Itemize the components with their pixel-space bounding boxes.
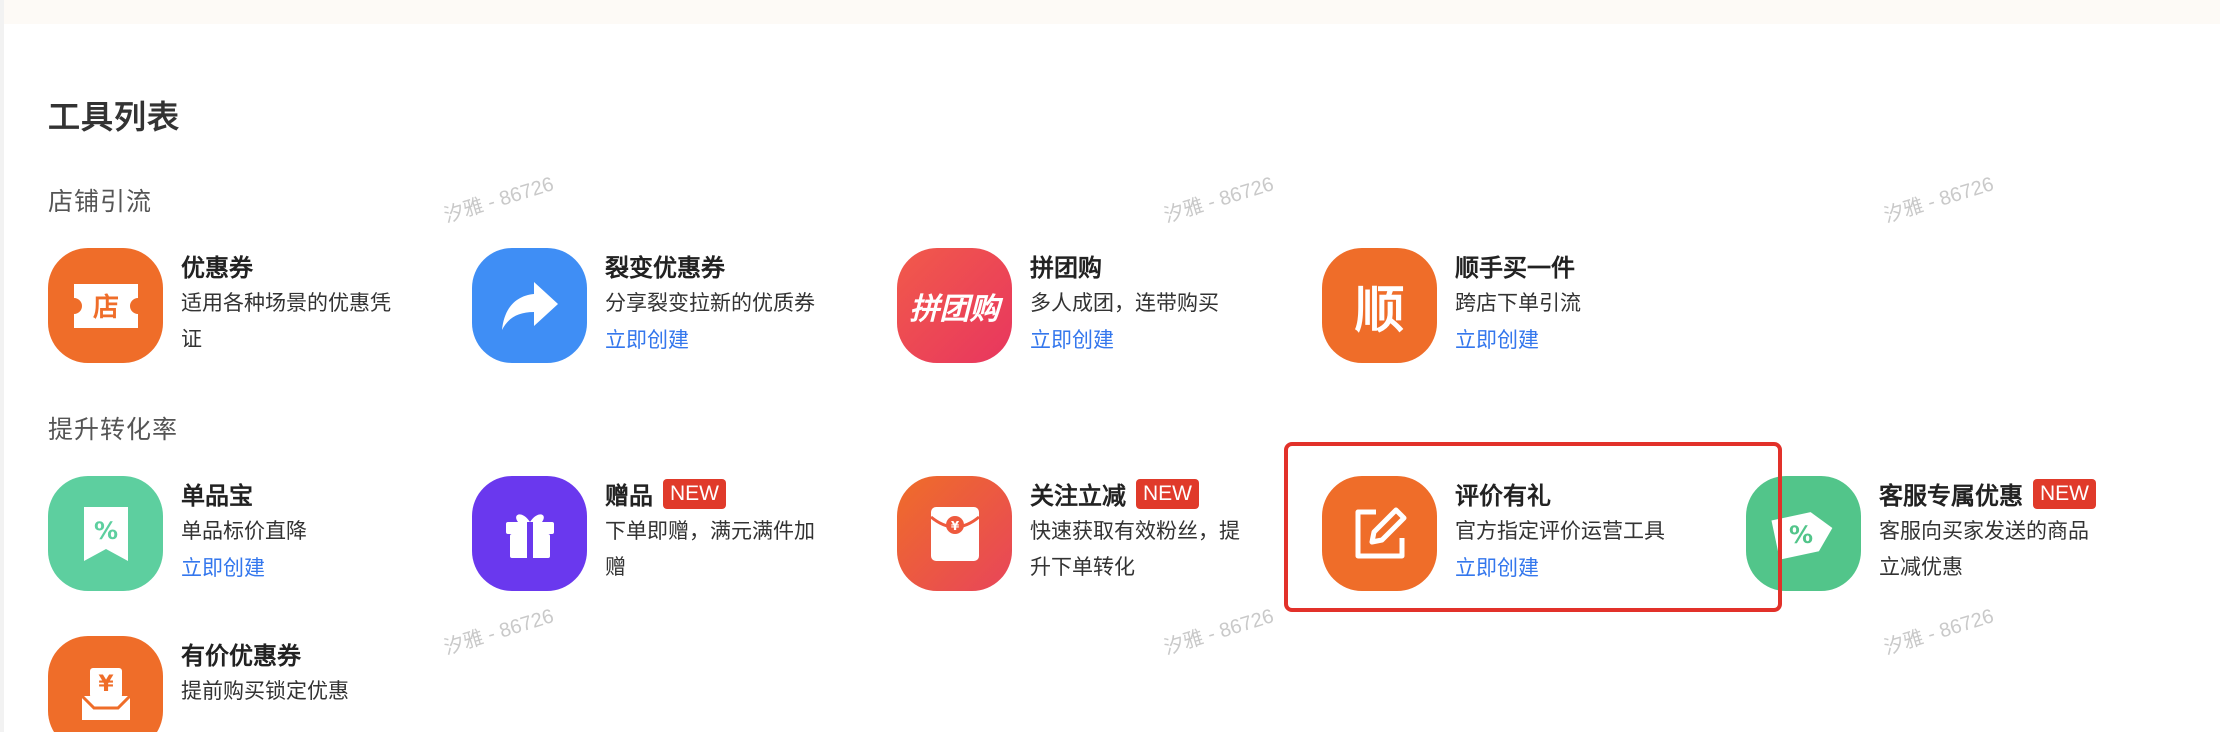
tool-name: 裂变优惠券 bbox=[605, 255, 725, 282]
group-title-store-traffic: 店铺引流 bbox=[48, 188, 153, 216]
tool-coupon[interactable]: 店 优惠券 适用各种场景的优惠凭证 bbox=[48, 248, 448, 378]
svg-text:¥: ¥ bbox=[98, 672, 114, 697]
tool-gift[interactable]: 赠品 NEW 下单即赠，满元满件加赠 bbox=[472, 476, 872, 606]
watermark: 汐雅 - 86726 bbox=[1161, 173, 1277, 228]
highlight-annotation-box bbox=[1284, 442, 1782, 612]
yen-box-icon: ¥ bbox=[48, 636, 163, 732]
tool-follow-discount[interactable]: ¥ 关注立减 NEW 快速获取有效粉丝，提升下单转化 bbox=[897, 476, 1297, 606]
share-arrow-icon bbox=[472, 248, 587, 363]
tool-name: 赠品 NEW bbox=[605, 476, 726, 511]
tool-name: 关注立减 NEW bbox=[1030, 476, 1199, 511]
tool-name: 客服专属优惠 NEW bbox=[1879, 476, 2096, 511]
new-badge: NEW bbox=[663, 478, 726, 509]
svg-text:%: % bbox=[93, 517, 117, 545]
create-now-link[interactable]: 立即创建 bbox=[1030, 324, 1114, 354]
tool-description: 多人成团，连带购买 bbox=[1030, 292, 1219, 315]
tool-customer-service-discount[interactable]: % 客服专属优惠 NEW 客服向买家发送的商品立减优惠 bbox=[1746, 476, 2146, 606]
create-now-link[interactable]: 立即创建 bbox=[1455, 324, 1539, 354]
top-banner bbox=[0, 0, 2220, 24]
watermark: 汐雅 - 86726 bbox=[1161, 605, 1277, 660]
gift-icon bbox=[472, 476, 587, 591]
red-envelope-icon: ¥ bbox=[897, 476, 1012, 591]
shun-icon: 顺 bbox=[1322, 248, 1437, 363]
group-title-conversion: 提升转化率 bbox=[48, 416, 179, 444]
tool-paid-coupon[interactable]: ¥ 有价优惠券 提前购买锁定优惠 bbox=[48, 636, 448, 732]
tool-description: 快速获取有效粉丝，提升下单转化 bbox=[1030, 520, 1240, 579]
tool-description: 分享裂变拉新的优质券 bbox=[605, 292, 815, 315]
watermark: 汐雅 - 86726 bbox=[441, 605, 557, 660]
tool-name: 有价优惠券 bbox=[181, 643, 301, 670]
tool-name: 顺手买一件 bbox=[1455, 255, 1575, 282]
new-badge: NEW bbox=[2033, 478, 2096, 509]
tool-description: 跨店下单引流 bbox=[1455, 292, 1581, 315]
tool-name: 单品宝 bbox=[181, 483, 253, 510]
tool-description: 适用各种场景的优惠凭证 bbox=[181, 292, 391, 351]
tool-fission-coupon[interactable]: 裂变优惠券 分享裂变拉新的优质券 立即创建 bbox=[472, 248, 872, 378]
tool-description: 下单即赠，满元满件加赠 bbox=[605, 520, 815, 579]
svg-text:%: % bbox=[1788, 521, 1812, 549]
store-coupon-icon: 店 bbox=[48, 248, 163, 363]
tool-list-page: 工具列表 店铺引流 提升转化率 店 优惠券 适用各种场景的优惠凭证 裂变优惠券 … bbox=[0, 0, 2220, 732]
left-border bbox=[0, 0, 4, 732]
tool-name: 优惠券 bbox=[181, 255, 253, 282]
new-badge: NEW bbox=[1136, 478, 1199, 509]
tool-description: 客服向买家发送的商品立减优惠 bbox=[1879, 520, 2089, 579]
tool-description: 提前购买锁定优惠 bbox=[181, 680, 349, 703]
tool-add-one-item[interactable]: 顺 顺手买一件 跨店下单引流 立即创建 bbox=[1322, 248, 1722, 378]
tool-name: 拼团购 bbox=[1030, 255, 1102, 282]
section-title: 工具列表 bbox=[48, 99, 181, 135]
svg-text:店: 店 bbox=[92, 293, 118, 323]
watermark: 汐雅 - 86726 bbox=[1881, 173, 1997, 228]
create-now-link[interactable]: 立即创建 bbox=[605, 324, 689, 354]
percent-tag-icon: % bbox=[48, 476, 163, 591]
tool-description: 单品标价直降 bbox=[181, 520, 307, 543]
create-now-link[interactable]: 立即创建 bbox=[181, 552, 265, 582]
group-buy-icon: 拼团购 bbox=[897, 248, 1012, 363]
watermark: 汐雅 - 86726 bbox=[441, 173, 557, 228]
tool-single-item[interactable]: % 单品宝 单品标价直降 立即创建 bbox=[48, 476, 448, 606]
watermark: 汐雅 - 86726 bbox=[1881, 605, 1997, 660]
svg-text:¥: ¥ bbox=[950, 519, 959, 533]
tool-group-buy[interactable]: 拼团购 拼团购 多人成团，连带购买 立即创建 bbox=[897, 248, 1297, 378]
